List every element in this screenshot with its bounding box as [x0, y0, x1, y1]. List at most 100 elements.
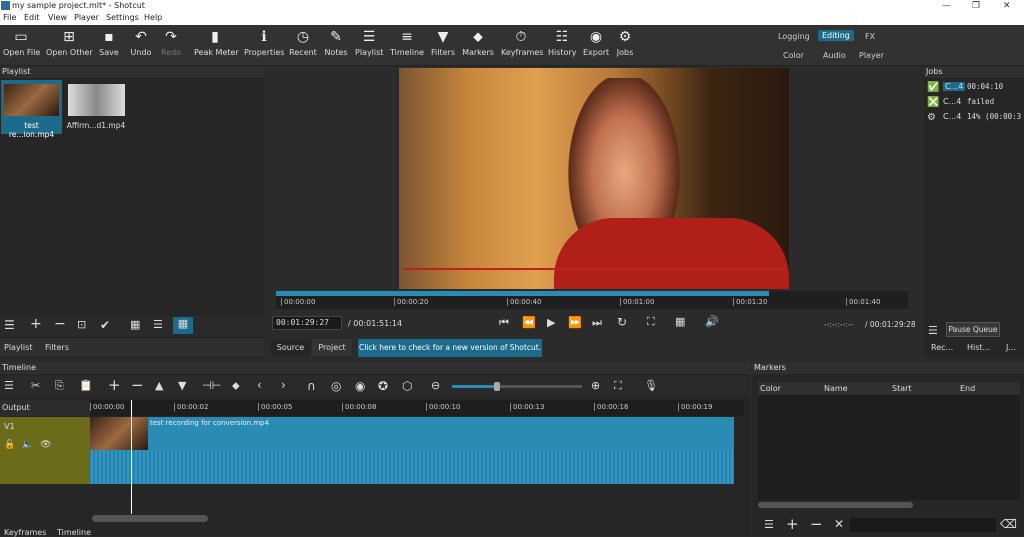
playlist-item[interactable]: Affirm...d1.mp4: [65, 80, 127, 134]
rewind-icon[interactable]: ⏪: [522, 316, 536, 329]
tab-history[interactable]: Hist...: [967, 343, 990, 352]
layout-editing[interactable]: Editing: [818, 30, 854, 41]
update-icon[interactable]: ⊡: [77, 318, 86, 331]
icon-view-icon[interactable]: ▦: [173, 317, 193, 334]
skip-next-icon[interactable]: ⏭: [592, 316, 602, 330]
close-icon[interactable]: ✕: [1003, 0, 1011, 12]
play-icon[interactable]: ▶: [547, 316, 555, 329]
record-audio-icon[interactable]: 🎙: [644, 379, 658, 392]
recent-button[interactable]: ◷ Recent: [289, 29, 317, 57]
peak-meter-button[interactable]: ▮ Peak Meter: [194, 29, 239, 57]
fast-forward-icon[interactable]: ⏩: [568, 316, 582, 329]
menu-icon[interactable]: ☰: [4, 318, 15, 332]
menu-player[interactable]: Player: [74, 13, 99, 22]
previous-marker-icon[interactable]: ‹: [257, 378, 262, 392]
menu-settings[interactable]: Settings: [106, 13, 139, 22]
menu-icon[interactable]: ☰: [764, 518, 774, 531]
pause-queue-button[interactable]: Pause Queue: [946, 322, 1000, 337]
timeline-button[interactable]: ≡ Timeline: [390, 29, 424, 57]
save-button[interactable]: ▪ Save: [98, 29, 120, 57]
mute-icon[interactable]: 🔈: [22, 440, 33, 450]
history-button[interactable]: ☷ History: [548, 29, 576, 57]
jobs-button[interactable]: ⚙ Jobs: [614, 29, 636, 57]
redo-button[interactable]: ↷ Redo: [160, 29, 182, 57]
menu-help[interactable]: Help: [144, 13, 162, 22]
column-name[interactable]: Name: [824, 384, 848, 393]
split-icon[interactable]: ⊣⊢: [202, 379, 221, 392]
menu-edit[interactable]: Edit: [24, 13, 40, 22]
job-row[interactable]: ❎ C...4 failed: [927, 97, 1024, 109]
timeline-scrollbar[interactable]: [92, 515, 208, 522]
column-color[interactable]: Color: [760, 384, 781, 393]
timeline-ruler[interactable]: 00:00:00 00:00:02 00:00:05 00:00:08 00:00:10…: [90, 400, 744, 416]
properties-button[interactable]: ℹ Properties: [244, 29, 284, 57]
cut-icon[interactable]: ✂: [31, 379, 40, 392]
marker-icon[interactable]: ⬥: [232, 379, 240, 393]
markers-scrollbar[interactable]: [758, 502, 913, 508]
tab-filters[interactable]: Filters: [45, 343, 69, 352]
jobs-menu-icon[interactable]: ☰: [928, 324, 938, 337]
layout-fx[interactable]: FX: [865, 32, 875, 41]
layout-audio[interactable]: Audio: [823, 51, 846, 60]
ripple-icon[interactable]: ◉: [355, 379, 365, 393]
playlist-button[interactable]: ☰ Playlist: [355, 29, 383, 57]
lift-icon[interactable]: ▲: [155, 379, 163, 392]
tab-jobs[interactable]: J...: [1006, 343, 1016, 352]
timeline-clip[interactable]: test recording for conversion.mp4: [90, 417, 734, 484]
zoom-in-icon[interactable]: ⊕: [591, 379, 600, 392]
job-row[interactable]: ✅ C...4 00:04:10: [927, 82, 1024, 94]
timecode-field[interactable]: 00:01:29:27: [272, 316, 342, 330]
clear-search-icon[interactable]: ⌫: [1000, 517, 1017, 531]
zoom-out-icon[interactable]: ⊖: [431, 379, 440, 392]
undo-button[interactable]: ↶ Undo: [130, 29, 152, 57]
markers-button[interactable]: ⬥ Markers: [462, 29, 494, 57]
tab-playlist[interactable]: Playlist: [4, 343, 32, 352]
lock-icon[interactable]: 🔓: [4, 440, 15, 450]
notes-button[interactable]: ✎ Notes: [324, 29, 348, 57]
remove-icon[interactable]: −: [54, 316, 66, 332]
layout-logging[interactable]: Logging: [778, 32, 810, 41]
grid-icon[interactable]: ▦: [675, 315, 685, 328]
maximize-icon[interactable]: ❐: [972, 0, 980, 12]
keyframes-button[interactable]: ⏱ Keyframes: [501, 29, 543, 57]
column-end[interactable]: End: [960, 384, 975, 393]
update-check-button[interactable]: Click here to check for a new version of…: [358, 339, 542, 357]
snap-icon[interactable]: ∩: [307, 379, 316, 393]
track-header-v1[interactable]: V1 🔓 🔈 👁: [0, 417, 90, 484]
eye-icon[interactable]: 👁: [40, 440, 51, 450]
export-button[interactable]: ◉ Export: [583, 29, 609, 57]
open-file-button[interactable]: ▭ Open File: [3, 29, 40, 57]
volume-icon[interactable]: 🔊: [705, 315, 719, 328]
column-start[interactable]: Start: [892, 384, 912, 393]
details-view-icon[interactable]: ▦: [130, 318, 140, 331]
layout-player[interactable]: Player: [859, 51, 884, 60]
zoom-icon[interactable]: ⛶: [647, 315, 655, 329]
playhead[interactable]: [131, 400, 132, 514]
markers-search-input[interactable]: [850, 518, 996, 532]
ripple-delete-icon[interactable]: −: [131, 376, 144, 394]
minimize-icon[interactable]: —: [942, 0, 951, 12]
menu-view[interactable]: View: [48, 13, 67, 22]
playlist-item[interactable]: test re...ion.mp4: [1, 80, 62, 139]
ripple-markers-icon[interactable]: ⬡: [402, 379, 412, 393]
layout-color[interactable]: Color: [783, 51, 804, 60]
job-row[interactable]: ⚙ C...4 14% (00:00:3: [927, 112, 1024, 124]
add-icon[interactable]: +: [786, 515, 799, 533]
paste-icon[interactable]: 📋: [79, 379, 93, 392]
copy-icon[interactable]: ⎘: [55, 379, 64, 393]
menu-file[interactable]: File: [3, 13, 16, 22]
add-icon[interactable]: +: [30, 316, 42, 332]
remove-icon[interactable]: −: [810, 515, 823, 533]
zoom-slider[interactable]: [452, 382, 582, 391]
list-view-icon[interactable]: ☰: [153, 318, 163, 331]
scrub-icon[interactable]: ◎: [331, 379, 341, 393]
skip-previous-icon[interactable]: ⏮: [499, 316, 509, 330]
next-marker-icon[interactable]: ›: [281, 378, 286, 392]
append-icon[interactable]: +: [108, 376, 121, 394]
overwrite-icon[interactable]: ▼: [178, 379, 186, 392]
menu-icon[interactable]: ☰: [4, 379, 14, 392]
zoom-fit-icon[interactable]: ⛶: [614, 379, 622, 393]
ripple-all-icon[interactable]: ✪: [378, 379, 388, 393]
tab-recent[interactable]: Rec...: [931, 343, 953, 352]
loop-icon[interactable]: ↻: [617, 315, 627, 329]
